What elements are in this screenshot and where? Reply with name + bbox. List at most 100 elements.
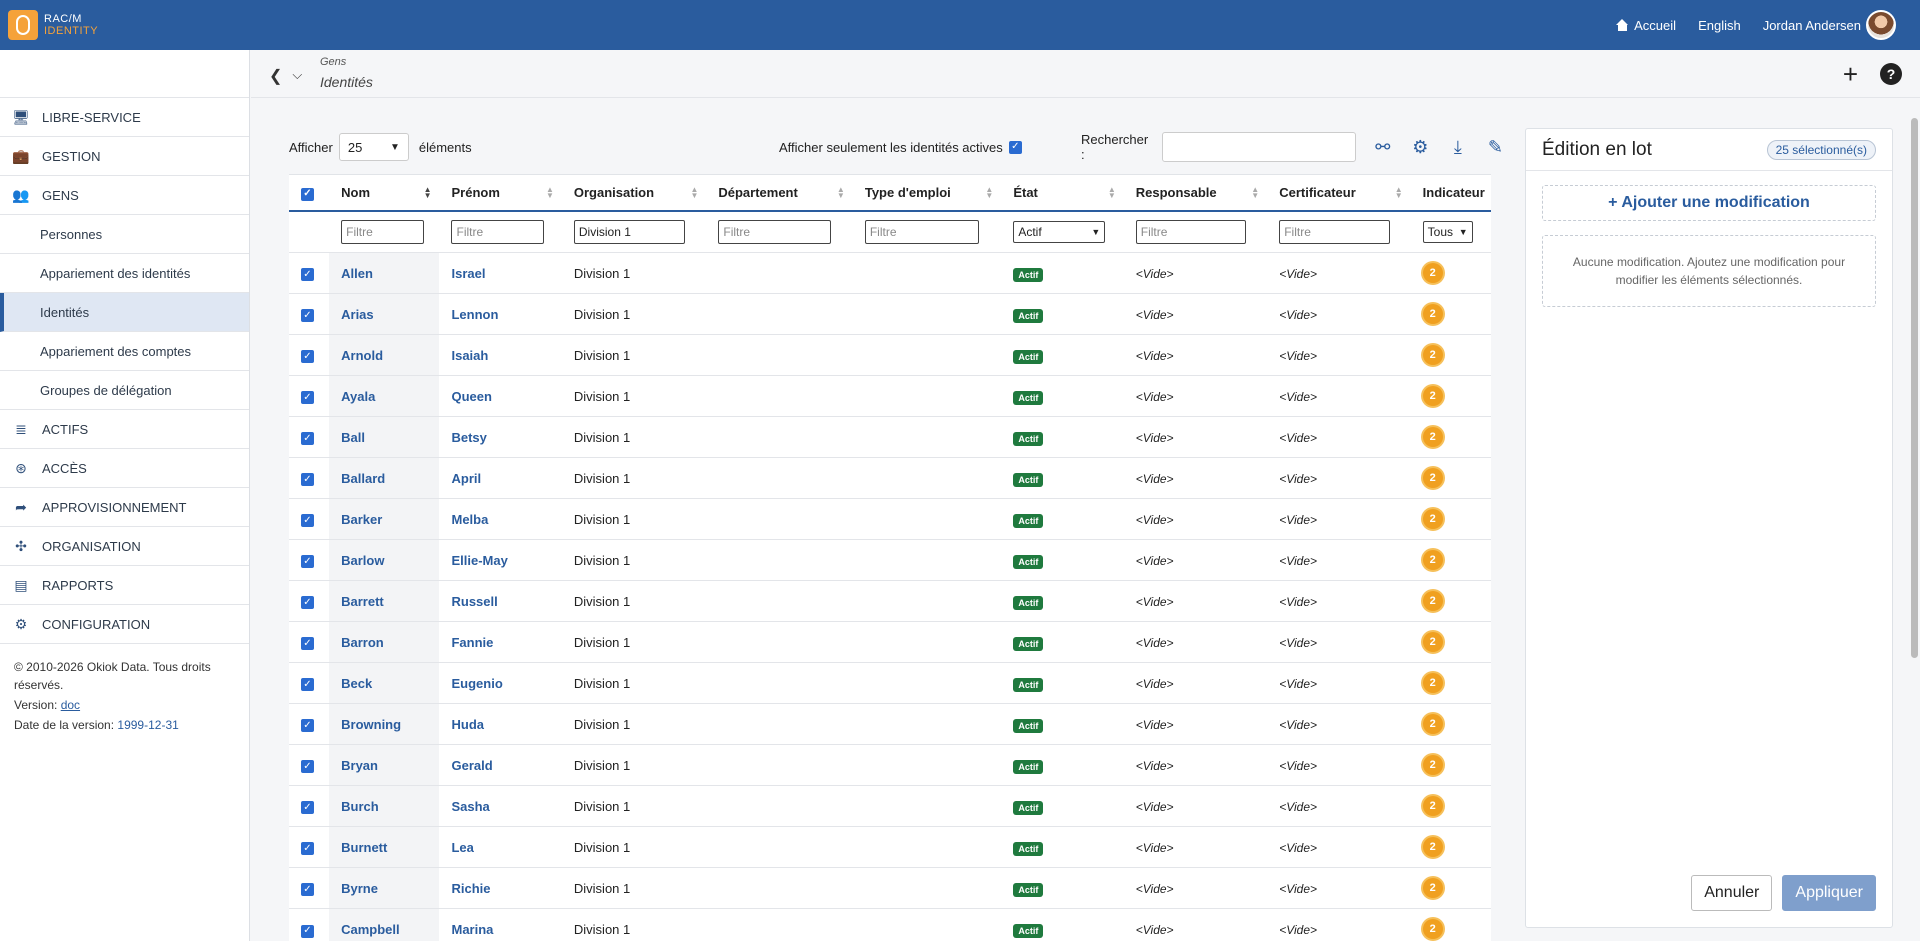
chevron-down-icon[interactable]: ⌵	[292, 67, 302, 87]
first-name-link[interactable]: Eugenio	[451, 676, 502, 691]
first-name-link[interactable]: Betsy	[451, 430, 486, 445]
column-header[interactable]: Responsable ▲ ▼	[1123, 174, 1268, 212]
state-filter-select[interactable]: Actif ▼	[1013, 220, 1106, 243]
sidebar-subitem[interactable]: Personnes	[0, 215, 249, 254]
indicator-badge-icon[interactable]: 2	[1422, 919, 1443, 940]
table-row[interactable]: ✓ Ball Betsy Division 1 Actif <Vide> <Vide> 2	[289, 416, 1491, 458]
sidebar-item-gestion[interactable]: 💼 GESTION	[0, 137, 249, 176]
last-name-link[interactable]: Byrne	[341, 881, 378, 896]
filter-input[interactable]: Filtre	[1279, 219, 1390, 244]
indicator-badge-icon[interactable]: 2	[1422, 263, 1443, 283]
edit-icon[interactable]: ✎	[1485, 137, 1507, 158]
filter-input[interactable]: Filtre	[864, 219, 980, 244]
gear-icon[interactable]: ⚙	[1410, 137, 1432, 158]
table-row[interactable]: ✓ Campbell Marina Division 1 Actif <Vide> <Vid…	[289, 908, 1491, 941]
table-row[interactable]: ✓ Browning Huda Division 1 Actif <Vide> <Vide>…	[289, 703, 1491, 745]
table-row[interactable]: ✓ Ballard April Division 1 Actif <Vide> <Vide>…	[289, 457, 1491, 499]
table-row[interactable]: ✓ Arias Lennon Division 1 Actif <Vide> <Vide> 2	[289, 293, 1491, 335]
row-checkbox[interactable]: ✓	[301, 473, 314, 487]
active-only-checkbox[interactable]: ✓	[1008, 140, 1022, 154]
sidebar-item-actifs[interactable]: ≣ ACTIFS	[0, 410, 249, 449]
first-name-link[interactable]: Sasha	[451, 799, 489, 814]
sidebar-item-rapports[interactable]: ▤ RAPPORTS	[0, 566, 249, 605]
search-input[interactable]	[1161, 132, 1356, 162]
doc-link[interactable]: doc	[61, 698, 80, 712]
user-menu[interactable]: Jordan Andersen	[1763, 10, 1896, 40]
last-name-link[interactable]: Ayala	[341, 389, 375, 404]
indicator-badge-icon[interactable]: 2	[1422, 509, 1443, 529]
table-row[interactable]: ✓ Arnold Isaiah Division 1 Actif <Vide> <Vide>…	[289, 334, 1491, 376]
column-header[interactable]: Type d'emploi ▲ ▼	[852, 174, 1002, 212]
filter-input[interactable]: Division 1	[573, 219, 686, 244]
first-name-link[interactable]: April	[451, 471, 481, 486]
last-name-link[interactable]: Beck	[341, 676, 372, 691]
row-checkbox[interactable]: ✓	[301, 268, 314, 282]
first-name-link[interactable]: Isaiah	[451, 348, 488, 363]
column-header[interactable]: Nom ▲ ▼	[329, 174, 440, 212]
back-chevron-icon[interactable]: ❮	[269, 66, 282, 86]
indicator-badge-icon[interactable]: 2	[1422, 468, 1443, 488]
indicator-badge-icon[interactable]: 2	[1422, 304, 1443, 324]
sidebar-item-organisation[interactable]: ✣ ORGANISATION	[0, 527, 249, 566]
table-row[interactable]: ✓ Allen Israel Division 1 Actif <Vide> <Vide> 2	[289, 252, 1491, 294]
table-row[interactable]: ✓ Barron Fannie Division 1 Actif <Vide> <Vide>…	[289, 621, 1491, 663]
first-name-link[interactable]: Russell	[451, 594, 497, 609]
select-all-checkbox[interactable]: ✓	[301, 187, 314, 201]
sidebar-subitem[interactable]: Appariement des comptes	[0, 332, 249, 371]
app-logo[interactable]: RAC/M IDENTITY	[8, 10, 98, 40]
first-name-link[interactable]: Huda	[451, 717, 484, 732]
row-checkbox[interactable]: ✓	[301, 309, 314, 323]
row-checkbox[interactable]: ✓	[301, 760, 314, 774]
table-row[interactable]: ✓ Barker Melba Division 1 Actif <Vide> <Vide> 2	[289, 498, 1491, 540]
filter-input[interactable]: Filtre	[341, 219, 424, 244]
indicator-badge-icon[interactable]: 2	[1422, 591, 1443, 611]
first-name-link[interactable]: Lennon	[451, 307, 498, 322]
sidebar-subitem[interactable]: Appariement des identités	[0, 254, 249, 293]
filter-input[interactable]: Filtre	[1135, 219, 1247, 244]
row-checkbox[interactable]: ✓	[301, 883, 314, 897]
sidebar-item-acc-s[interactable]: ⊛ ACCÈS	[0, 449, 249, 488]
page-size-select[interactable]: 25 ▼	[338, 133, 409, 161]
apply-button[interactable]: Appliquer	[1782, 875, 1876, 911]
indicator-badge-icon[interactable]: 2	[1422, 837, 1443, 857]
indicator-badge-icon[interactable]: 2	[1422, 427, 1443, 447]
indicator-badge-icon[interactable]: 2	[1422, 714, 1443, 734]
row-checkbox[interactable]: ✓	[301, 555, 314, 569]
table-row[interactable]: ✓ Bryan Gerald Division 1 Actif <Vide> <Vide> 2	[289, 744, 1491, 786]
last-name-link[interactable]: Barlow	[341, 553, 384, 568]
last-name-link[interactable]: Barron	[341, 635, 384, 650]
indicator-badge-icon[interactable]: 2	[1422, 878, 1443, 898]
indicator-badge-icon[interactable]: 2	[1422, 632, 1443, 652]
row-checkbox[interactable]: ✓	[301, 842, 314, 856]
sidebar-subitem[interactable]: Groupes de délégation	[0, 371, 249, 410]
row-checkbox[interactable]: ✓	[301, 924, 314, 938]
table-row[interactable]: ✓ Barrett Russell Division 1 Actif <Vide> <Vid…	[289, 580, 1491, 622]
first-name-link[interactable]: Gerald	[451, 758, 492, 773]
last-name-link[interactable]: Ball	[341, 430, 365, 445]
last-name-link[interactable]: Browning	[341, 717, 401, 732]
last-name-link[interactable]: Arias	[341, 307, 374, 322]
first-name-link[interactable]: Queen	[451, 389, 491, 404]
last-name-link[interactable]: Ballard	[341, 471, 385, 486]
table-row[interactable]: ✓ Beck Eugenio Division 1 Actif <Vide> <Vide> 2	[289, 662, 1491, 704]
last-name-link[interactable]: Burnett	[341, 840, 387, 855]
indicator-badge-icon[interactable]: 2	[1422, 386, 1443, 406]
sidebar-item-configuration[interactable]: ⚙ CONFIGURATION	[0, 605, 249, 644]
table-row[interactable]: ✓ Barlow Ellie-May Division 1 Actif <Vide> <Vi…	[289, 539, 1491, 581]
last-name-link[interactable]: Barrett	[341, 594, 384, 609]
first-name-link[interactable]: Fannie	[451, 635, 493, 650]
table-row[interactable]: ✓ Byrne Richie Division 1 Actif <Vide> <Vide> 2	[289, 867, 1491, 909]
column-header[interactable]: Organisation ▲ ▼	[561, 174, 707, 212]
first-name-link[interactable]: Lea	[451, 840, 473, 855]
first-name-link[interactable]: Ellie-May	[451, 553, 507, 568]
breadcrumb-parent[interactable]: Gens	[320, 56, 346, 68]
add-modification-button[interactable]: + Ajouter une modification	[1542, 185, 1876, 221]
column-header[interactable]: État ▲ ▼	[1001, 174, 1124, 212]
zoom-out-icon[interactable]: ⚯	[1372, 137, 1394, 158]
scrollbar[interactable]	[1911, 118, 1918, 658]
table-row[interactable]: ✓ Ayala Queen Division 1 Actif <Vide> <Vide> 2	[289, 375, 1491, 417]
last-name-link[interactable]: Allen	[341, 266, 373, 281]
first-name-link[interactable]: Melba	[451, 512, 488, 527]
row-checkbox[interactable]: ✓	[301, 678, 314, 692]
last-name-link[interactable]: Arnold	[341, 348, 383, 363]
